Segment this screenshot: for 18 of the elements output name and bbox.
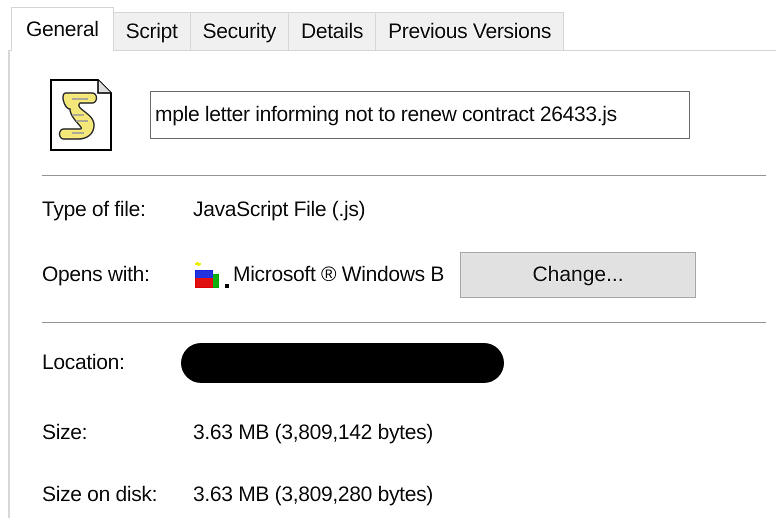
field-label: Location: [42, 351, 126, 375]
application-name: Microsoft ® Windows B [233, 263, 444, 287]
field-value: 3.63 MB (3,809,142 bytes) [193, 421, 434, 445]
field-value: JavaScript File (.js) [193, 198, 366, 222]
field-label: Opens with: [42, 263, 151, 287]
tab[interactable]: Previous Versions [375, 12, 564, 50]
file-name-field[interactable]: mple letter informing not to renew contract 26433.js [150, 91, 690, 139]
tab[interactable]: Script [112, 12, 191, 50]
field-label: Type of file: [42, 198, 146, 222]
tab[interactable]: General [11, 7, 114, 51]
field-label: Size: [42, 421, 88, 445]
tab[interactable]: Security [190, 12, 289, 50]
change-button[interactable]: Change... [460, 252, 696, 298]
tab[interactable]: Details [288, 12, 376, 50]
application-icon [193, 260, 231, 290]
field-label: Size on disk: [42, 483, 158, 507]
script-file-icon [50, 79, 112, 151]
field-value: 3.63 MB (3,809,280 bytes) [193, 483, 434, 507]
